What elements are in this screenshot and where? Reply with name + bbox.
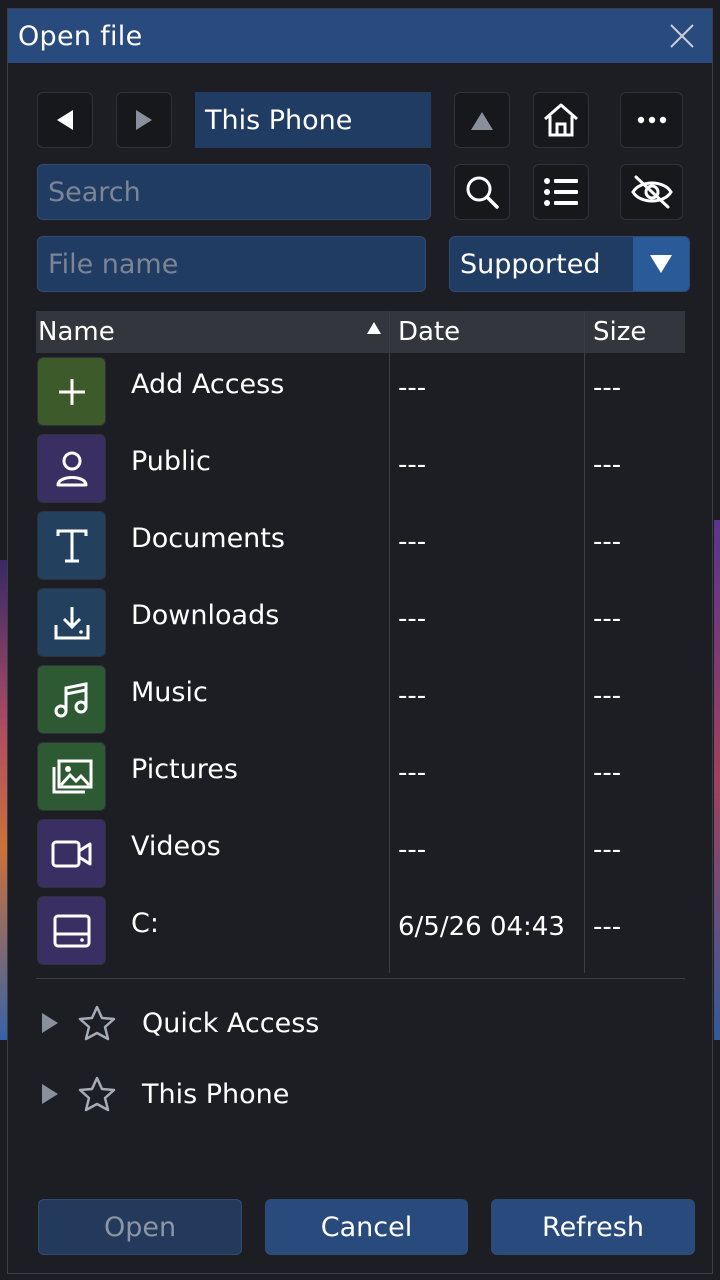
up-button[interactable] (454, 92, 510, 148)
file-date: --- (398, 450, 427, 480)
home-icon (544, 103, 578, 137)
file-size: --- (593, 527, 622, 557)
file-name: Add Access (131, 369, 285, 400)
eye-off-icon (630, 175, 673, 209)
file-name: C: (131, 908, 159, 939)
file-size: --- (593, 450, 622, 480)
file-size: --- (593, 604, 622, 634)
open-button[interactable]: Open (38, 1199, 242, 1255)
star-icon[interactable] (78, 1005, 116, 1041)
tree-item-label: This Phone (142, 1078, 290, 1110)
file-row[interactable]: Videos --- --- (36, 819, 685, 891)
row-icon-box (37, 896, 106, 965)
file-size: --- (593, 835, 622, 865)
cancel-button[interactable]: Cancel (265, 1199, 468, 1255)
row-icon-box (37, 434, 106, 503)
list-icon (544, 178, 578, 206)
file-date: 6/5/26 04:43 (398, 912, 565, 942)
file-row[interactable]: Public --- --- (36, 434, 685, 506)
chevron-down-icon (650, 255, 672, 273)
file-name: Downloads (131, 600, 280, 631)
file-type-filter-label: Supported (460, 248, 601, 280)
drive-icon (53, 914, 90, 947)
column-header-name[interactable]: Name (38, 311, 115, 353)
plus-icon (58, 378, 85, 405)
file-row[interactable]: Pictures --- --- (36, 742, 685, 814)
tree-item-label: Quick Access (142, 1007, 320, 1039)
file-row[interactable]: Music --- --- (36, 665, 685, 737)
file-row[interactable]: C: 6/5/26 04:43 --- (36, 896, 685, 968)
column-header-date[interactable]: Date (398, 311, 460, 353)
file-size: --- (593, 681, 622, 711)
tree-item-quick-access[interactable]: Quick Access (40, 998, 319, 1048)
file-table-header: Name Date Size (36, 311, 685, 353)
download-icon (54, 606, 89, 639)
close-button[interactable] (664, 18, 700, 54)
dialog-title: Open file (18, 20, 143, 52)
back-button[interactable] (37, 92, 93, 148)
file-row[interactable]: Documents --- --- (36, 511, 685, 583)
file-name: Videos (131, 831, 221, 862)
file-date: --- (398, 681, 427, 711)
filter-dropdown-toggle[interactable] (633, 237, 689, 291)
dialog-titlebar: Open file (8, 9, 712, 63)
file-size: --- (593, 758, 622, 788)
triangle-up-icon (471, 112, 493, 130)
forward-button[interactable] (116, 92, 172, 148)
list-view-button[interactable] (533, 164, 589, 220)
pictures-icon (52, 759, 92, 793)
search-input[interactable]: Search (37, 164, 431, 220)
close-icon (670, 24, 694, 48)
file-name: Pictures (131, 754, 238, 785)
file-row[interactable]: Add Access --- --- (36, 357, 685, 429)
row-icon-box (37, 665, 106, 734)
expand-arrow-icon (42, 1084, 58, 1104)
panel-divider (36, 978, 685, 979)
file-date: --- (398, 758, 427, 788)
sort-ascending-icon (367, 322, 381, 334)
star-icon[interactable] (78, 1076, 116, 1112)
video-icon (51, 840, 91, 867)
refresh-button[interactable]: Refresh (491, 1199, 695, 1255)
file-date: --- (398, 835, 427, 865)
user-icon (56, 451, 87, 486)
row-icon-box (37, 742, 106, 811)
background-edge-right (714, 520, 720, 1040)
file-name: Public (131, 446, 211, 477)
row-icon-box (37, 588, 106, 657)
row-icon-box (37, 819, 106, 888)
triangle-right-icon (136, 110, 152, 130)
file-date: --- (398, 527, 427, 557)
file-name: Music (131, 677, 208, 708)
toggle-hidden-button[interactable] (620, 164, 683, 220)
search-icon (466, 176, 499, 209)
open-file-dialog: Open file This Phone Search File name Su… (7, 8, 713, 1274)
search-button[interactable] (454, 164, 510, 220)
path-field[interactable]: This Phone (195, 92, 431, 148)
more-options-button[interactable] (620, 92, 683, 148)
column-header-size[interactable]: Size (593, 311, 646, 353)
row-icon-box (37, 357, 106, 426)
ellipsis-icon (637, 116, 666, 124)
file-row[interactable]: Downloads --- --- (36, 588, 685, 660)
file-name-input[interactable]: File name (37, 236, 426, 292)
music-icon (54, 681, 87, 717)
file-type-filter[interactable]: Supported (449, 236, 690, 292)
text-t-icon (56, 529, 87, 562)
file-date: --- (398, 604, 427, 634)
file-name: Documents (131, 523, 285, 554)
file-size: --- (593, 912, 622, 942)
file-size: --- (593, 373, 622, 403)
row-icon-box (37, 511, 106, 580)
home-button[interactable] (533, 92, 589, 148)
file-date: --- (398, 373, 427, 403)
tree-item-this-phone[interactable]: This Phone (40, 1069, 289, 1119)
triangle-left-icon (57, 110, 73, 130)
expand-arrow-icon (42, 1013, 58, 1033)
